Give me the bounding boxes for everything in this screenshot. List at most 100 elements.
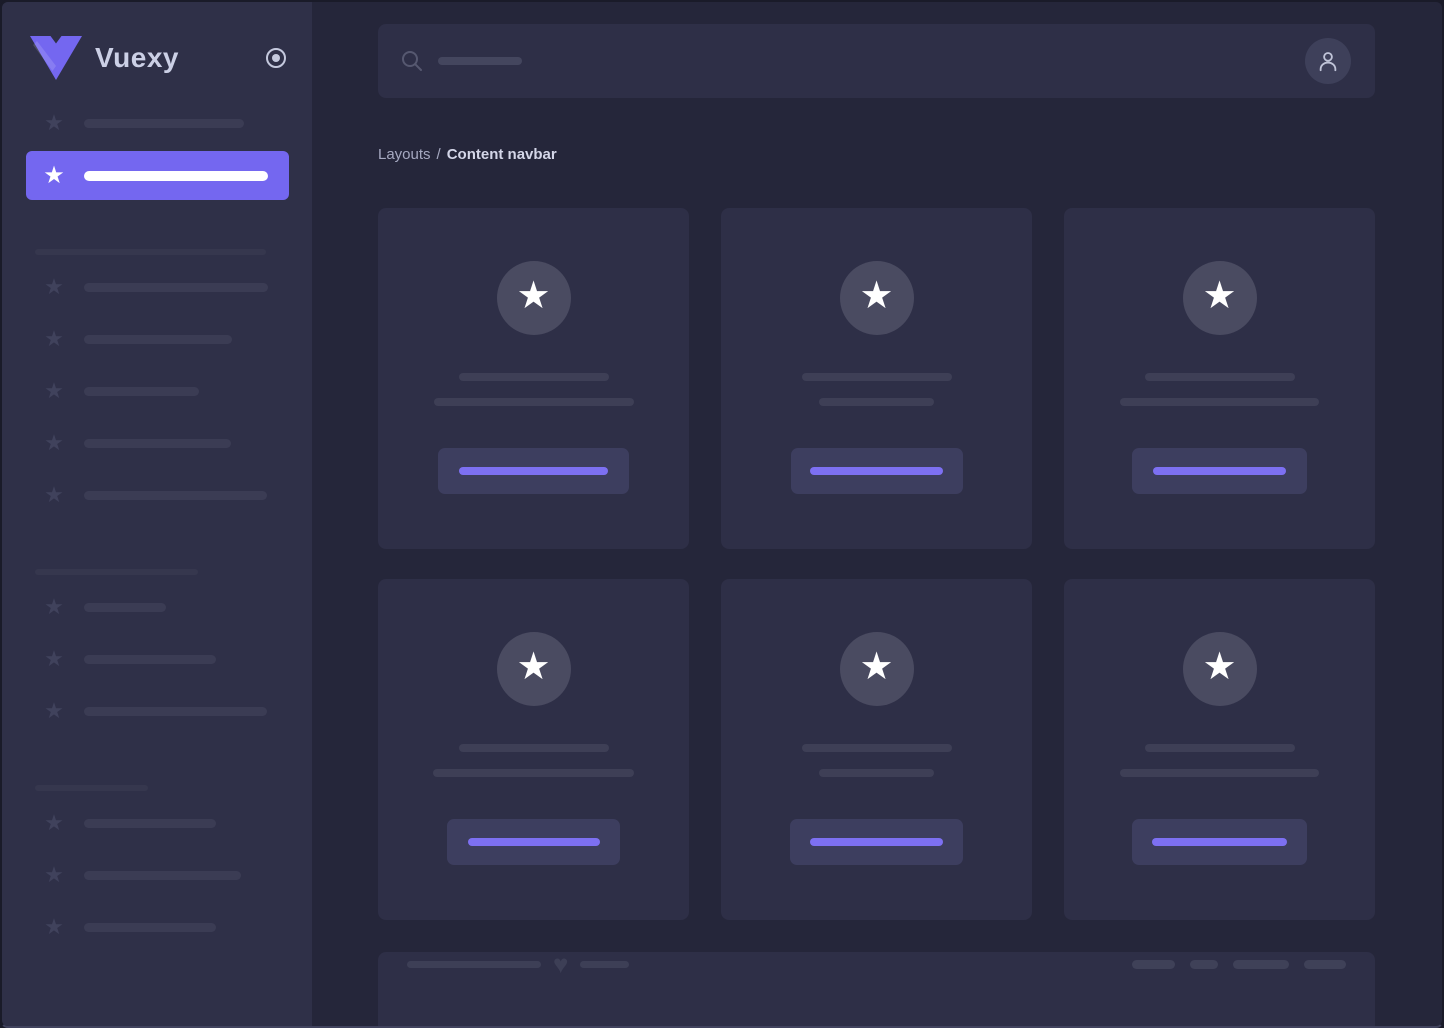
menu-item-label-skeleton <box>84 603 166 612</box>
button-label-skeleton <box>1152 838 1287 846</box>
card-avatar: ★ <box>497 632 571 706</box>
sidebar-menu-item[interactable]: ★ <box>2 379 312 403</box>
top-navbar <box>378 24 1375 98</box>
button-label-skeleton <box>1153 467 1286 475</box>
star-icon: ★ <box>42 595 66 619</box>
content-card: ★ <box>378 579 689 920</box>
button-label-skeleton <box>468 838 600 846</box>
sidebar-section-header-skeleton <box>35 249 266 255</box>
menu-item-label-skeleton <box>84 871 241 880</box>
breadcrumb-parent[interactable]: Layouts <box>378 146 431 163</box>
sidebar-menu-item[interactable]: ★ <box>2 327 312 351</box>
card-avatar: ★ <box>1183 261 1257 335</box>
card-subtitle-skeleton <box>819 398 934 406</box>
footer-card: ♥ <box>378 952 1375 1026</box>
star-icon: ★ <box>42 483 66 507</box>
footer-link-skeleton[interactable] <box>1132 960 1175 969</box>
sidebar-menu-item[interactable]: ★ <box>2 275 312 299</box>
footer-row: ♥ <box>407 952 1346 976</box>
star-icon: ★ <box>516 277 550 315</box>
sidebar-menu-item[interactable]: ★ <box>2 431 312 455</box>
content-card: ★ <box>1064 208 1375 549</box>
content-card: ★ <box>378 208 689 549</box>
menu-item-label-skeleton <box>84 655 216 664</box>
card-subtitle-skeleton <box>1120 398 1319 406</box>
card-avatar: ★ <box>840 261 914 335</box>
sidebar-menu-item[interactable]: ★ <box>26 151 289 200</box>
footer-credit-skeleton <box>580 961 629 968</box>
breadcrumb: Layouts/Content navbar <box>378 146 1375 164</box>
footer-link-skeleton[interactable] <box>1304 960 1346 969</box>
sidebar-menu-item[interactable]: ★ <box>2 915 312 939</box>
menu-item-label-skeleton <box>84 491 267 500</box>
sidebar-top-items: ★ ★ <box>2 111 312 200</box>
footer-copyright-skeleton <box>407 961 541 968</box>
heart-icon: ♥ <box>553 952 568 976</box>
search-placeholder-skeleton <box>438 57 522 65</box>
breadcrumb-separator: / <box>437 146 441 163</box>
card-avatar: ★ <box>1183 632 1257 706</box>
content-card: ★ <box>721 579 1032 920</box>
vuexy-logo-icon <box>30 36 82 80</box>
menu-item-label-skeleton <box>84 819 216 828</box>
card-subtitle-skeleton <box>434 398 634 406</box>
sidebar-menu-item[interactable]: ★ <box>2 483 312 507</box>
card-avatar: ★ <box>497 261 571 335</box>
app-window: Vuexy ★ ★ ★ ★ ★ ★ ★ ★ ★ <box>0 0 1444 1028</box>
star-icon: ★ <box>1202 648 1236 686</box>
search-icon <box>400 49 424 73</box>
card-action-button[interactable] <box>1132 448 1307 494</box>
card-action-button[interactable] <box>447 819 620 865</box>
footer-link-skeleton[interactable] <box>1233 960 1289 969</box>
sidebar-menu-item[interactable]: ★ <box>2 595 312 619</box>
star-icon: ★ <box>1202 277 1236 315</box>
menu-item-label-skeleton <box>84 119 244 128</box>
star-icon: ★ <box>42 863 66 887</box>
menu-item-label-skeleton <box>84 923 216 932</box>
user-avatar[interactable] <box>1305 38 1351 84</box>
star-icon: ★ <box>42 275 66 299</box>
card-action-button[interactable] <box>791 448 963 494</box>
star-icon: ★ <box>859 277 893 315</box>
star-icon: ★ <box>859 648 893 686</box>
card-title-skeleton <box>802 373 952 381</box>
menu-item-label-skeleton <box>84 439 231 448</box>
card-subtitle-skeleton <box>433 769 634 777</box>
menu-item-label-skeleton <box>84 171 268 181</box>
card-action-button[interactable] <box>1132 819 1307 865</box>
content-card: ★ <box>1064 579 1375 920</box>
sidebar-menu-item[interactable]: ★ <box>2 111 312 135</box>
button-label-skeleton <box>810 467 943 475</box>
button-label-skeleton <box>459 467 608 475</box>
search-bar[interactable] <box>400 24 1305 98</box>
content-card: ★ <box>721 208 1032 549</box>
star-icon: ★ <box>516 648 550 686</box>
star-icon: ★ <box>42 164 66 188</box>
sidebar-menu-item[interactable]: ★ <box>2 647 312 671</box>
card-title-skeleton <box>802 744 952 752</box>
card-avatar: ★ <box>840 632 914 706</box>
menu-pin-toggle-icon[interactable] <box>266 48 286 68</box>
star-icon: ★ <box>42 915 66 939</box>
star-icon: ★ <box>42 699 66 723</box>
card-subtitle-skeleton <box>1120 769 1319 777</box>
sidebar-sections: ★ ★ ★ ★ ★ ★ ★ ★ ★ ★ ★ <box>2 249 312 939</box>
sidebar-menu-item[interactable]: ★ <box>2 699 312 723</box>
menu-item-label-skeleton <box>84 335 232 344</box>
sidebar-menu-item[interactable]: ★ <box>2 811 312 835</box>
menu-item-label-skeleton <box>84 707 267 716</box>
button-label-skeleton <box>810 838 943 846</box>
card-action-button[interactable] <box>790 819 963 865</box>
star-icon: ★ <box>42 327 66 351</box>
star-icon: ★ <box>42 111 66 135</box>
person-icon <box>1315 48 1341 74</box>
footer-link-skeleton[interactable] <box>1190 960 1218 969</box>
card-title-skeleton <box>459 744 609 752</box>
menu-item-label-skeleton <box>84 387 199 396</box>
card-subtitle-skeleton <box>819 769 934 777</box>
sidebar-menu-item[interactable]: ★ <box>2 863 312 887</box>
card-action-button[interactable] <box>438 448 629 494</box>
sidebar-menu: ★ ★ ★ ★ ★ ★ ★ ★ ★ ★ ★ <box>2 111 312 939</box>
app-title: Vuexy <box>95 42 179 74</box>
star-icon: ★ <box>42 647 66 671</box>
